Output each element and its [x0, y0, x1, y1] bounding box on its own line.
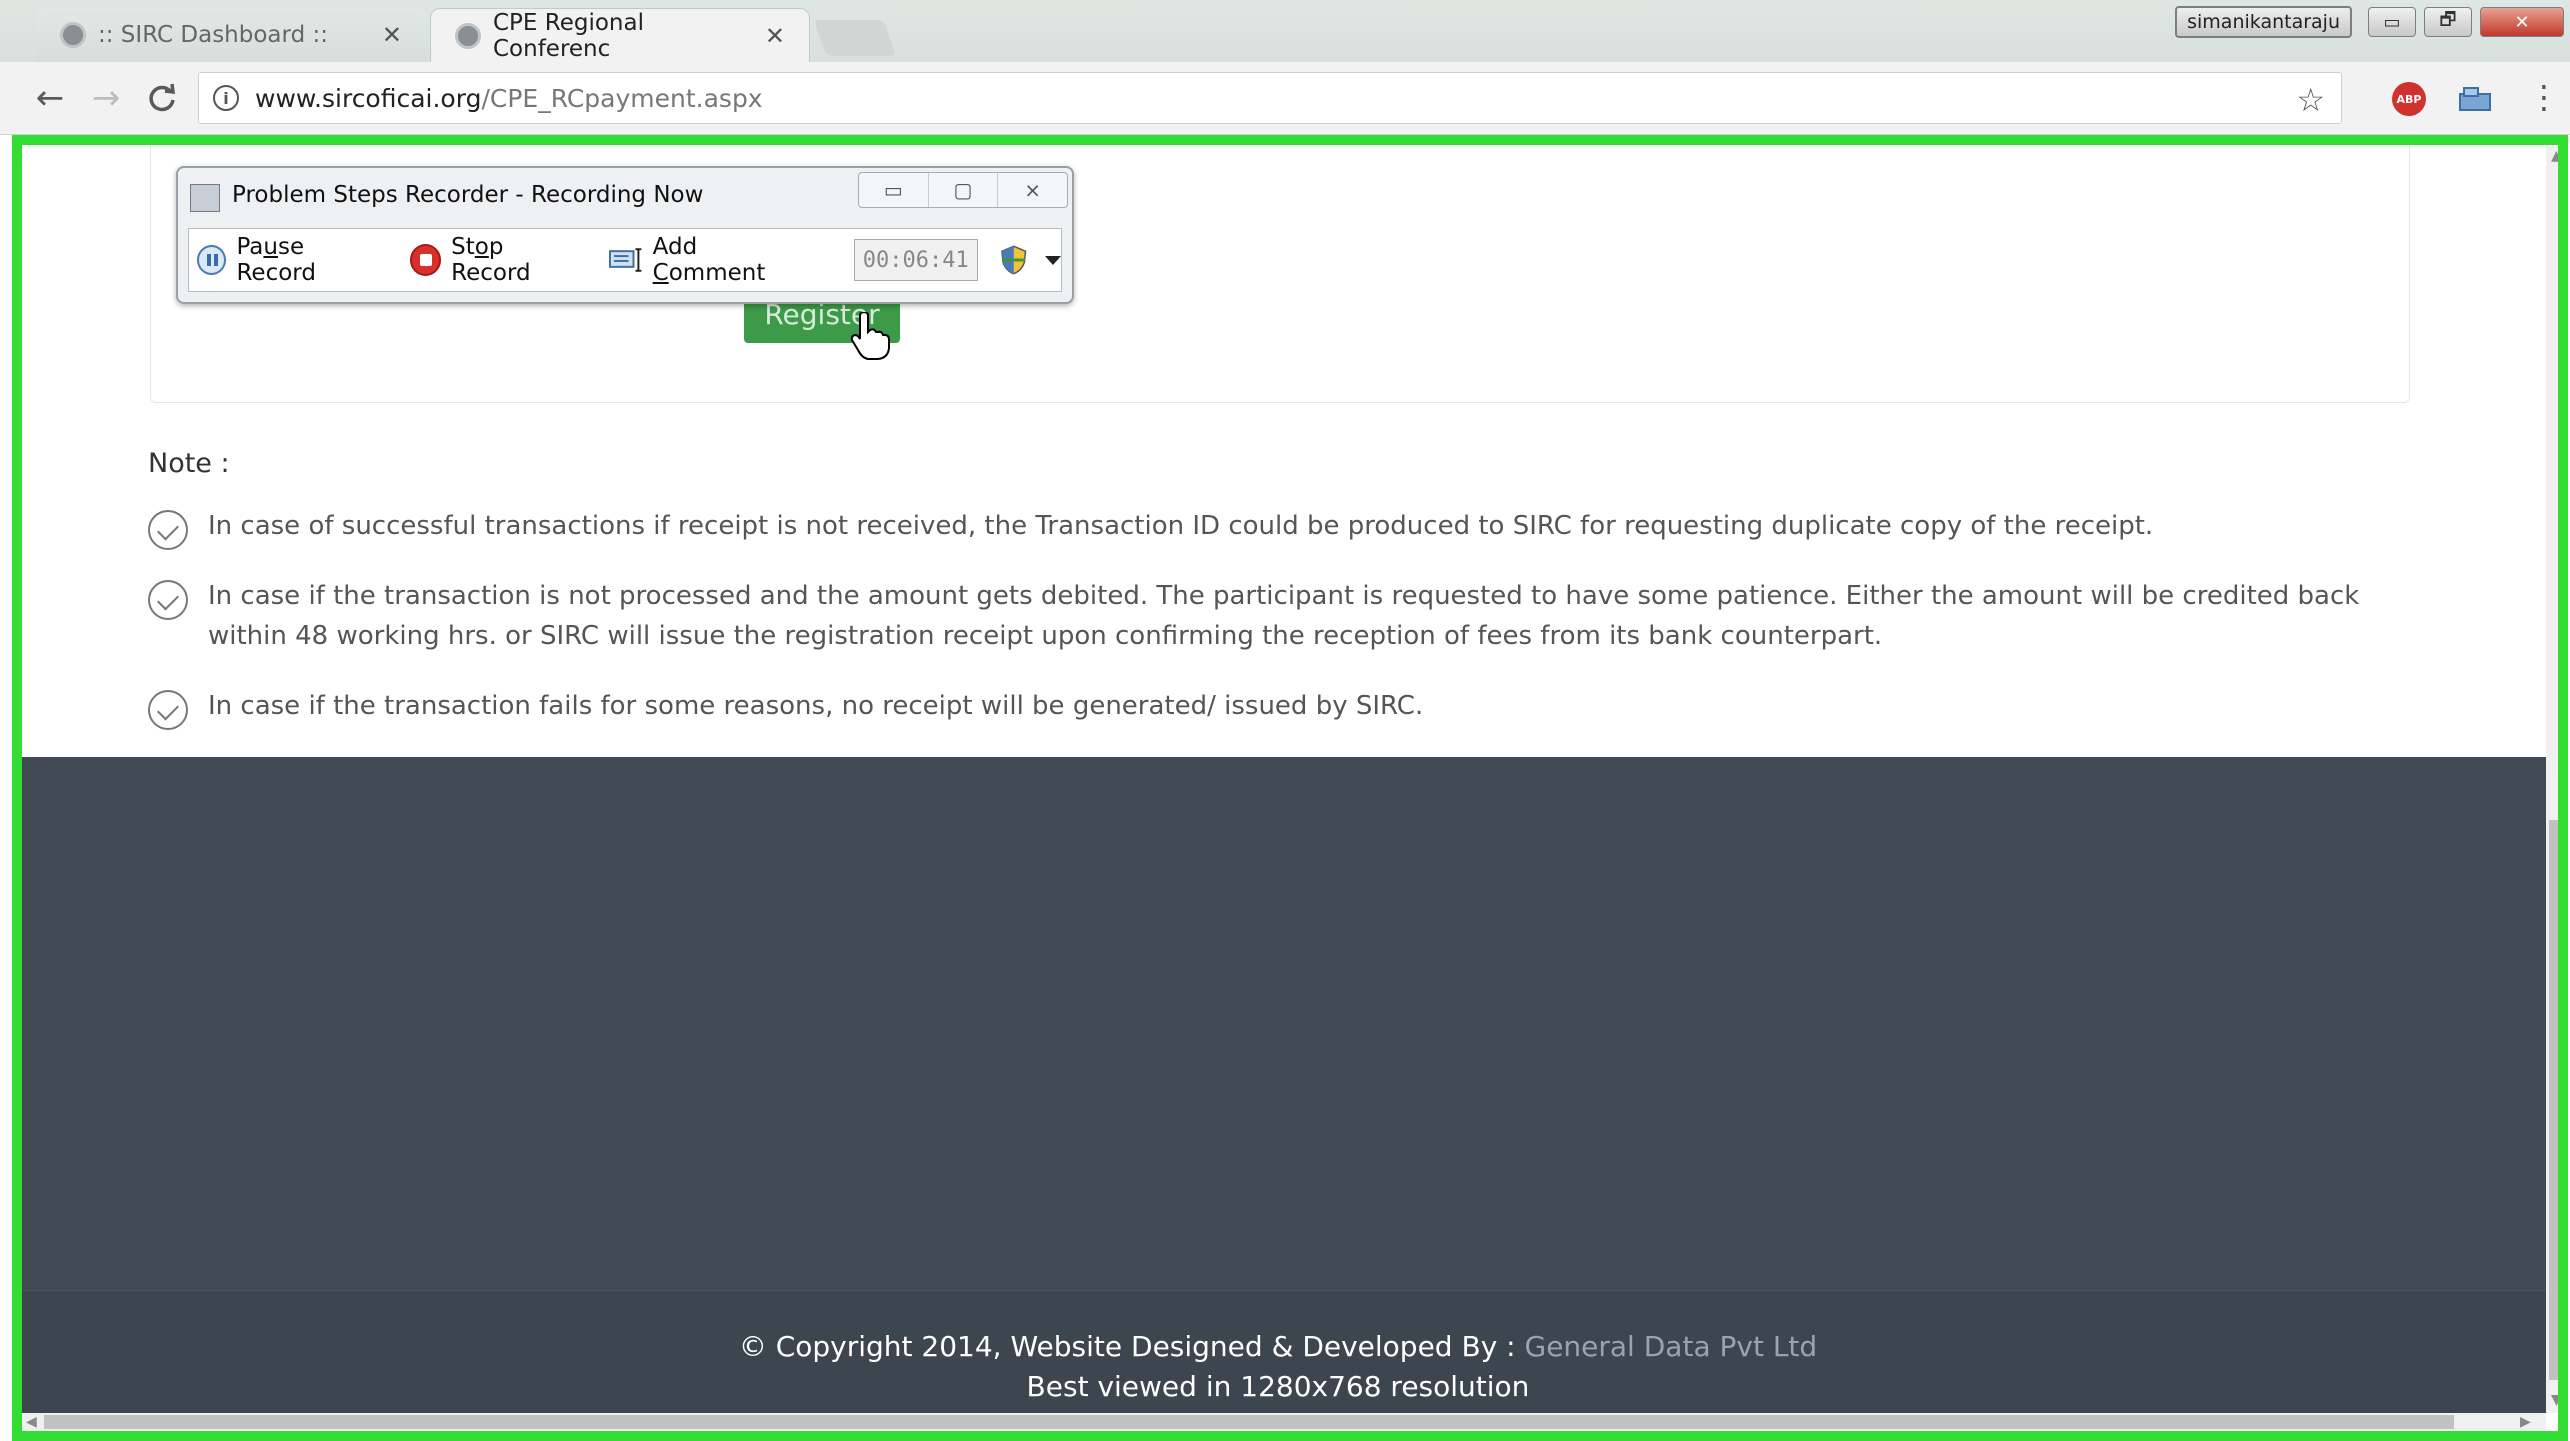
restore-window-button[interactable]: 🗗	[2424, 7, 2472, 37]
vertical-scrollbar-thumb[interactable]	[2549, 820, 2565, 1380]
problem-steps-recorder-window: Problem Steps Recorder - Recording Now ▭…	[176, 166, 1074, 304]
security-shield-icon[interactable]	[1000, 245, 1027, 275]
add-comment-button[interactable]: Add Comment	[609, 234, 814, 286]
stop-record-label: Stop Record	[451, 234, 531, 286]
bookmark-star-icon[interactable]: ☆	[2296, 81, 2325, 119]
site-favicon-icon	[455, 22, 481, 49]
psr-options-dropdown-icon[interactable]	[1045, 255, 1061, 265]
tab-close-icon[interactable]: ✕	[765, 22, 785, 50]
note-item: In case if the transaction fails for som…	[148, 686, 2438, 730]
url-path: /CPE_RCpayment.aspx	[481, 83, 763, 113]
psr-toolbar: Pause Record Stop Record Add Comment 00:…	[188, 228, 1062, 292]
adblock-plus-icon[interactable]: ABP	[2392, 82, 2426, 116]
close-window-button[interactable]: ✕	[2480, 7, 2564, 37]
url-host: www.sircoficai.org	[255, 83, 482, 113]
info-icon[interactable]: i	[213, 85, 239, 111]
note-item: In case if the transaction is not proces…	[148, 576, 2438, 656]
reload-icon[interactable]	[140, 76, 184, 120]
scroll-up-arrow-icon[interactable]: ▲	[2551, 148, 2562, 164]
note-item: In case of successful transactions if re…	[148, 506, 2438, 550]
tab-title: :: SIRC Dashboard ::	[98, 22, 328, 48]
note-text: In case if the transaction fails for som…	[208, 691, 1424, 721]
copyright-text: © Copyright 2014, Website Designed & Dev…	[0, 1330, 2556, 1363]
scroll-down-arrow-icon[interactable]: ▼	[2551, 1392, 2562, 1408]
profile-user-button[interactable]: simanikantaraju	[2175, 6, 2352, 38]
copyright-label: © Copyright 2014, Website Designed & Dev…	[738, 1330, 1516, 1363]
developer-link[interactable]: General Data Pvt Ltd	[1516, 1330, 1817, 1363]
note-text: In case of successful transactions if re…	[208, 511, 2154, 541]
recording-highlight-top	[12, 135, 2568, 145]
psr-app-icon	[190, 184, 220, 212]
hand-cursor-icon	[850, 312, 890, 360]
add-comment-label: Add Comment	[652, 234, 766, 286]
forward-arrow-icon[interactable]: →	[84, 76, 128, 120]
tab-title: CPE Regional Conferenc	[493, 9, 644, 62]
browser-toolbar: ← → i www.sircoficai.org /CPE_RCpayment.…	[0, 62, 2570, 135]
comment-icon	[609, 248, 642, 272]
best-viewed-text: Best viewed in 1280x768 resolution	[1026, 1370, 1530, 1403]
psr-window-controls: ▭ ▢ ⨯	[858, 172, 1068, 208]
pause-record-label: Pause Record	[236, 234, 316, 286]
pause-icon	[197, 245, 227, 275]
note-heading: Note :	[148, 448, 230, 479]
tab-strip: :: SIRC Dashboard :: ✕ CPE Regional Conf…	[0, 0, 2570, 62]
horizontal-scrollbar-thumb[interactable]	[44, 1415, 2454, 1429]
psr-title: Problem Steps Recorder - Recording Now	[232, 182, 704, 208]
browser-menu-icon[interactable]: ⋮	[2528, 78, 2560, 116]
window-controls: simanikantaraju ▭ 🗗 ✕	[2175, 6, 2564, 38]
note-text: In case if the transaction is not proces…	[208, 581, 2360, 651]
browser-chrome: :: SIRC Dashboard :: ✕ CPE Regional Conf…	[0, 0, 2570, 135]
address-bar[interactable]: i www.sircoficai.org /CPE_RCpayment.aspx…	[198, 72, 2342, 124]
tab-sirc-dashboard[interactable]: :: SIRC Dashboard :: ✕	[36, 8, 426, 62]
psr-close-button[interactable]: ⨯	[998, 173, 1067, 207]
new-tab-button[interactable]	[813, 20, 897, 56]
site-favicon-icon	[60, 22, 86, 48]
check-circle-icon	[148, 580, 188, 620]
psr-minimize-button[interactable]: ▭	[859, 173, 929, 207]
stop-icon	[409, 244, 442, 276]
tab-cpe-regional-conference[interactable]: CPE Regional Conferenc ✕	[430, 8, 810, 62]
tab-close-icon[interactable]: ✕	[382, 21, 402, 49]
psr-maximize-button[interactable]: ▢	[929, 173, 999, 207]
extension-icon[interactable]	[2458, 84, 2492, 114]
stop-record-button[interactable]: Stop Record	[409, 234, 588, 286]
minimize-window-button[interactable]: ▭	[2368, 7, 2416, 37]
pause-record-button[interactable]: Pause Record	[197, 234, 388, 286]
scroll-left-arrow-icon[interactable]: ◀	[26, 1414, 37, 1430]
check-circle-icon	[148, 690, 188, 730]
scroll-right-arrow-icon[interactable]: ▶	[2520, 1414, 2531, 1430]
check-circle-icon	[148, 510, 188, 550]
back-arrow-icon[interactable]: ←	[28, 76, 72, 120]
recording-timer: 00:06:41	[853, 239, 978, 281]
